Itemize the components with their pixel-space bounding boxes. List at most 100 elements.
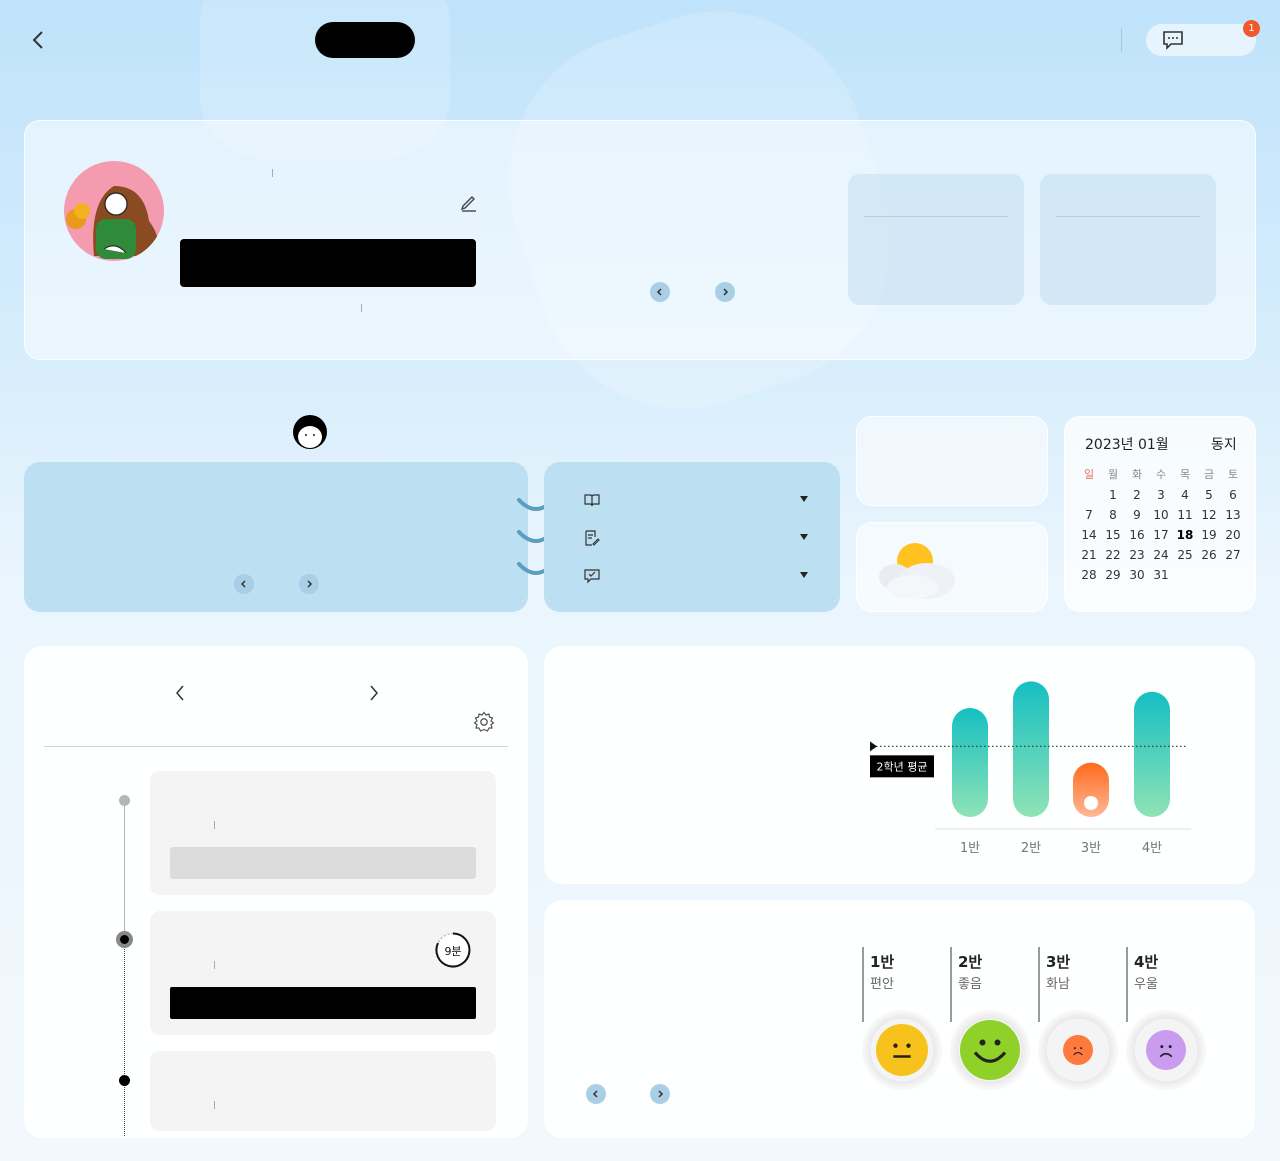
chart-x-label: 1반 <box>960 841 980 856</box>
timetable-next-button[interactable] <box>366 684 382 702</box>
calendar-day[interactable]: 6 <box>1221 488 1245 502</box>
class-menu-item-2[interactable] <box>584 528 814 548</box>
item-divider <box>214 821 215 829</box>
calendar-day[interactable]: 21 <box>1077 548 1101 562</box>
mood-class-name: 2반 <box>958 953 983 971</box>
chat-bubble-icon <box>1163 31 1183 50</box>
calendar-day[interactable]: 20 <box>1221 528 1245 542</box>
avatar <box>64 161 164 261</box>
tile-divider <box>864 216 1008 217</box>
back-button[interactable] <box>28 28 50 52</box>
calendar-weekday: 화 <box>1131 468 1143 481</box>
mood-neutral-face-icon <box>876 1024 928 1076</box>
calendar-day[interactable]: 9 <box>1125 508 1149 522</box>
calendar-day[interactable]: 12 <box>1197 508 1221 522</box>
calendar-weekday: 토 <box>1227 468 1239 481</box>
mood-face-ring <box>1038 1010 1118 1090</box>
edit-note-icon <box>585 530 600 546</box>
mood-class-name: 4반 <box>1134 953 1159 971</box>
calendar-day[interactable]: 15 <box>1101 528 1125 542</box>
calendar-day[interactable]: 4 <box>1173 488 1197 502</box>
timeline-line-dotted <box>124 940 125 1136</box>
edit-profile-button[interactable] <box>459 192 479 212</box>
class-menu-item-3[interactable] <box>584 566 814 586</box>
mood-state: 좋음 <box>958 977 982 992</box>
timeline-dot-current <box>116 931 133 948</box>
timeline-dot-past <box>119 795 130 806</box>
timetable-prev-button[interactable] <box>172 684 188 702</box>
chevron-left-icon <box>592 1090 598 1098</box>
chart-x-label: 4반 <box>1142 841 1162 856</box>
mood-class-4[interactable]: 4반 우울 <box>1126 947 1206 1097</box>
profile-prev-button[interactable] <box>650 282 670 302</box>
calendar-day[interactable]: 5 <box>1197 488 1221 502</box>
class-score-chart: 1반 2반 3반 4반 2학년 평균 <box>870 681 1191 856</box>
message-button[interactable] <box>1146 24 1256 56</box>
class-menu-item-1[interactable] <box>584 490 814 510</box>
timeline-item-2[interactable]: 9분 <box>150 911 496 1035</box>
dropdown-arrow-icon <box>800 496 808 502</box>
calendar-day[interactable]: 10 <box>1149 508 1173 522</box>
mood-next-button[interactable] <box>650 1084 670 1104</box>
calendar-day-today[interactable]: 18 <box>1173 528 1197 542</box>
chart-reference-arrow <box>870 741 877 752</box>
calendar-day[interactable]: 26 <box>1197 548 1221 562</box>
profile-tile-1[interactable] <box>848 174 1024 305</box>
calendar-day[interactable]: 23 <box>1125 548 1149 562</box>
calendar-day[interactable]: 16 <box>1125 528 1149 542</box>
mood-sad-face-icon <box>1146 1030 1186 1070</box>
header-divider <box>1121 28 1122 52</box>
calendar-day[interactable]: 28 <box>1077 568 1101 582</box>
calendar-day[interactable]: 17 <box>1149 528 1173 542</box>
calendar-day[interactable]: 25 <box>1173 548 1197 562</box>
chevron-left-icon <box>240 580 246 588</box>
calendar-day[interactable]: 27 <box>1221 548 1245 562</box>
timeline-dot-next <box>119 1075 130 1086</box>
mood-prev-button[interactable] <box>586 1084 606 1104</box>
calendar-day[interactable]: 19 <box>1197 528 1221 542</box>
chart-x-label: 2반 <box>1021 841 1041 856</box>
mood-divider <box>950 947 952 1022</box>
profile-next-button[interactable] <box>715 282 735 302</box>
calendar-day[interactable]: 8 <box>1101 508 1125 522</box>
chevron-right-icon <box>658 1090 664 1098</box>
pencil-icon <box>460 196 476 212</box>
chevron-left-icon <box>656 288 662 296</box>
calendar-weekdays: 일월화수목금토 <box>1077 466 1245 482</box>
calendar-day[interactable]: 31 <box>1149 568 1173 582</box>
profile-divider-2 <box>361 304 362 312</box>
mascot-avatar <box>293 415 327 449</box>
mood-class-2[interactable]: 2반좋음 <box>950 947 1030 1097</box>
calendar-day[interactable]: 7 <box>1077 508 1101 522</box>
calendar-day[interactable]: 3 <box>1149 488 1173 502</box>
notice-prev-button[interactable] <box>234 574 254 594</box>
notice-next-button[interactable] <box>299 574 319 594</box>
timetable-settings-button[interactable] <box>473 711 495 733</box>
calendar-day[interactable]: 13 <box>1221 508 1245 522</box>
timeline-item-1[interactable] <box>150 771 496 895</box>
calendar-day[interactable]: 2 <box>1125 488 1149 502</box>
calendar-day[interactable]: 22 <box>1101 548 1125 562</box>
calendar-day[interactable]: 1 <box>1101 488 1125 502</box>
item-divider <box>214 1101 215 1109</box>
calendar-day[interactable]: 30 <box>1125 568 1149 582</box>
timeline-item-redacted <box>170 987 476 1019</box>
timetable-divider <box>44 746 508 747</box>
chevron-left-icon <box>176 685 184 701</box>
mood-face-ring <box>950 1010 1030 1090</box>
mood-class-3[interactable]: 3반 화남 <box>1038 947 1118 1097</box>
class-score-chart-card: 1반 2반 3반 4반 2학년 평균 <box>544 646 1255 884</box>
calendar-day <box>1077 488 1101 502</box>
calendar-day[interactable]: 11 <box>1173 508 1197 522</box>
mood-class-1[interactable]: 1반 편안 <box>862 947 942 1097</box>
timeline-item-3[interactable] <box>150 1051 496 1131</box>
chart-reference-label: 2학년 평균 <box>877 760 928 773</box>
mood-divider <box>1126 947 1128 1022</box>
mood-class-name: 3반 <box>1046 953 1071 971</box>
calendar-days: 1 2 3 4 5 6 7 8 9 10 11 12 13 14 15 16 17 18 19 20 21 22 23 24 2… <box>1077 488 1245 582</box>
calendar-day[interactable]: 29 <box>1101 568 1125 582</box>
profile-tile-2[interactable] <box>1040 174 1216 305</box>
calendar-day[interactable]: 24 <box>1149 548 1173 562</box>
calendar-day[interactable]: 14 <box>1077 528 1101 542</box>
profile-divider <box>272 169 273 177</box>
